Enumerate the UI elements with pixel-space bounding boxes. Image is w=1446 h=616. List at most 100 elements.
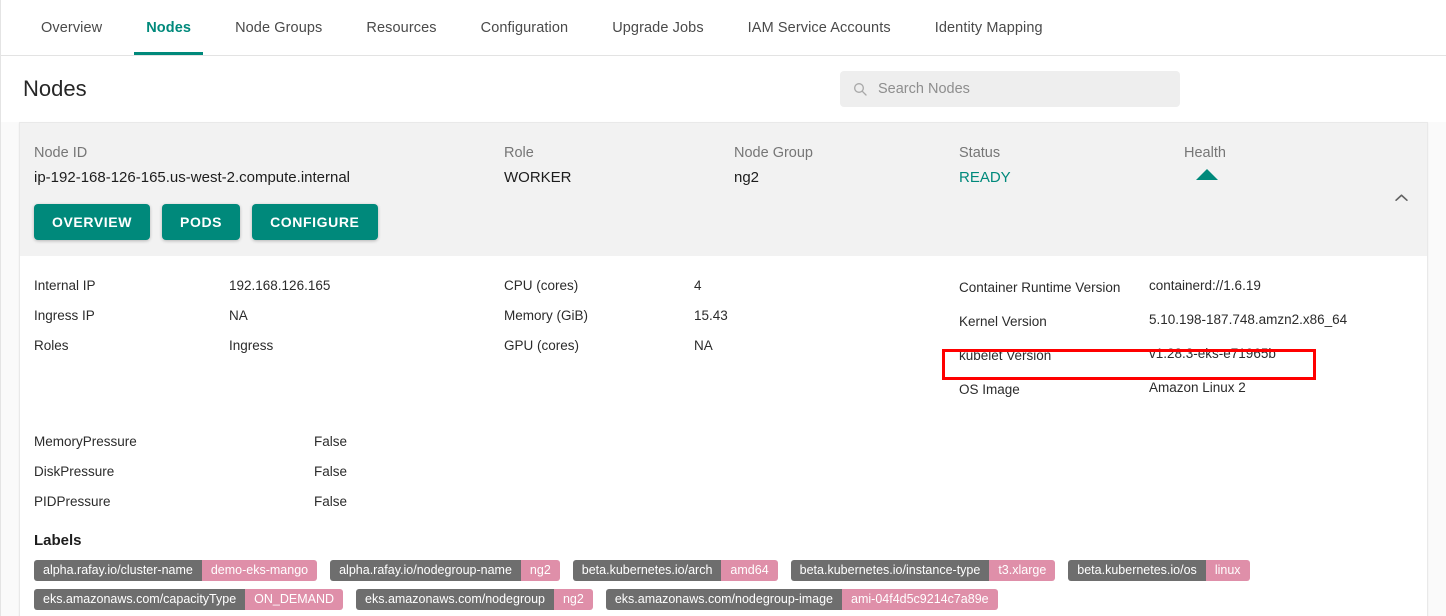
detail-roles: Roles Ingress [34, 338, 504, 353]
tab-nodes[interactable]: Nodes [124, 0, 213, 55]
condition-key: PIDPressure [34, 493, 111, 509]
condition-disk-pressure: DiskPressure False [34, 464, 1413, 479]
detail-key: Memory (GiB) [504, 308, 588, 323]
detail-key: GPU (cores) [504, 338, 580, 353]
label-chip-value: amd64 [721, 559, 778, 581]
node-card-header: Node ID ip-192-168-126-165.us-west-2.com… [20, 123, 1427, 256]
condition-pid-pressure: PIDPressure False [34, 494, 1413, 509]
condition-value: False [314, 463, 348, 479]
detail-value: 192.168.126.165 [229, 278, 331, 293]
detail-cpu-cores: CPU (cores) 4 [504, 278, 959, 293]
detail-value: NA [229, 308, 248, 323]
node-action-buttons: OVERVIEW PODS CONFIGURE [20, 186, 1427, 240]
search-box[interactable] [840, 71, 1180, 107]
detail-os-image: OS Image Amazon Linux 2 [959, 380, 1429, 401]
condition-key: MemoryPressure [34, 433, 137, 449]
overview-button[interactable]: OVERVIEW [34, 204, 151, 240]
label-chip-value: linux [1205, 559, 1250, 581]
tab-resources[interactable]: Resources [344, 0, 458, 55]
summary-value: WORKER [504, 169, 572, 186]
details-system-column: Container Runtime Version containerd://1… [959, 278, 1429, 414]
node-conditions: MemoryPressure False DiskPressure False … [20, 414, 1427, 509]
detail-key: kubelet Version [959, 347, 1052, 363]
label-chip-key: eks.amazonaws.com/nodegroup [356, 588, 554, 610]
details-capacity-column: CPU (cores) 4 Memory (GiB) 15.43 GPU (co… [504, 278, 959, 414]
detail-key: Container Runtime Version [959, 280, 1121, 295]
labels-heading: Labels [34, 531, 82, 549]
label-chip[interactable]: eks.amazonaws.com/capacityType ON_DEMAND [34, 588, 344, 610]
summary-node-id: Node ID ip-192-168-126-165.us-west-2.com… [34, 145, 504, 186]
page-title: Nodes [23, 76, 87, 101]
label-chip-value: t3.xlarge [989, 559, 1056, 581]
page-header: Nodes [1, 56, 1446, 122]
condition-value: False [314, 493, 348, 509]
nodes-page: Overview Nodes Node Groups Resources Con… [0, 0, 1446, 616]
detail-container-runtime-version: Container Runtime Version containerd://1… [959, 278, 1429, 299]
tab-overview[interactable]: Overview [19, 0, 124, 55]
node-card: Node ID ip-192-168-126-165.us-west-2.com… [19, 122, 1428, 616]
summary-label: Node Group [734, 145, 813, 161]
summary-status: Status READY [959, 145, 1184, 186]
detail-memory-gib: Memory (GiB) 15.43 [504, 308, 959, 323]
summary-label: Role [504, 145, 534, 161]
tab-iam-service-accounts[interactable]: IAM Service Accounts [726, 0, 913, 55]
detail-value: containerd://1.6.19 [1149, 278, 1261, 293]
configure-button[interactable]: CONFIGURE [252, 204, 378, 240]
detail-value: 15.43 [694, 308, 728, 323]
detail-key: Roles [34, 338, 69, 353]
condition-memory-pressure: MemoryPressure False [34, 434, 1413, 449]
label-chip-value: ng2 [553, 588, 593, 610]
label-chip[interactable]: alpha.rafay.io/cluster-name demo-eks-mang… [34, 559, 318, 581]
summary-health: Health [1184, 145, 1409, 186]
tab-node-groups[interactable]: Node Groups [213, 0, 344, 55]
label-chip-key: beta.kubernetes.io/arch [572, 559, 722, 581]
labels-section: Labels alpha.rafay.io/cluster-name demo-e… [20, 524, 1427, 616]
label-chip[interactable]: alpha.rafay.io/nodegroup-name ng2 [330, 559, 560, 581]
search-input[interactable] [878, 81, 1168, 97]
detail-value: v1.28.3-eks-e71965b [1149, 345, 1276, 361]
label-chip-value: ami-04f4d5c9214c7a89e [842, 588, 998, 610]
tab-label: Upgrade Jobs [612, 19, 704, 36]
detail-value: Ingress [229, 338, 274, 353]
condition-value: False [314, 433, 348, 449]
pods-button[interactable]: PODS [162, 204, 241, 240]
label-chip-value: ON_DEMAND [245, 588, 344, 610]
label-chip[interactable]: beta.kubernetes.io/instance-type t3.xlarg… [790, 559, 1056, 581]
label-chip-key: beta.kubernetes.io/instance-type [790, 559, 990, 581]
detail-key: Ingress IP [34, 308, 95, 323]
tab-label: Identity Mapping [934, 19, 1043, 36]
label-chip[interactable]: eks.amazonaws.com/nodegroup-image ami-04f… [605, 588, 998, 610]
detail-value: 5.10.198-187.748.amzn2.x86_64 [1149, 311, 1348, 327]
detail-kernel-version: Kernel Version 5.10.198-187.748.amzn2.x8… [959, 312, 1429, 333]
details-network-column: Internal IP 192.168.126.165 Ingress IP N… [34, 278, 504, 414]
collapse-card-button[interactable] [1389, 185, 1413, 209]
detail-key: OS Image [959, 381, 1020, 397]
label-chip-key: alpha.rafay.io/cluster-name [34, 559, 202, 581]
search-icon [854, 83, 867, 96]
cluster-tabbar: Overview Nodes Node Groups Resources Con… [1, 0, 1446, 56]
detail-kubelet-version: kubelet Version v1.28.3-eks-e71965b [959, 346, 1429, 367]
detail-key: Internal IP [34, 278, 96, 293]
label-chip-value: demo-eks-mango [201, 559, 318, 581]
label-chip[interactable]: beta.kubernetes.io/os linux [1068, 559, 1250, 581]
label-chip-key: beta.kubernetes.io/os [1068, 559, 1206, 581]
summary-value: ng2 [734, 169, 760, 186]
label-chip[interactable]: eks.amazonaws.com/nodegroup ng2 [356, 588, 593, 610]
detail-internal-ip: Internal IP 192.168.126.165 [34, 278, 504, 293]
tab-label: Resources [366, 19, 437, 36]
tab-label: Node Groups [235, 19, 323, 36]
status-badge: READY [959, 169, 1011, 186]
tab-configuration[interactable]: Configuration [459, 0, 591, 55]
summary-label: Health [1184, 145, 1226, 161]
label-chip-key: alpha.rafay.io/nodegroup-name [330, 559, 521, 581]
label-chip-key: eks.amazonaws.com/capacityType [34, 588, 246, 610]
detail-value: Amazon Linux 2 [1149, 379, 1246, 395]
summary-label: Node ID [34, 145, 88, 161]
label-chip[interactable]: beta.kubernetes.io/arch amd64 [572, 559, 778, 581]
summary-role: Role WORKER [504, 145, 734, 186]
labels-chip-list: alpha.rafay.io/cluster-name demo-eks-mang… [34, 559, 1413, 616]
detail-ingress-ip: Ingress IP NA [34, 308, 504, 323]
summary-value: ip-192-168-126-165.us-west-2.compute.int… [34, 169, 351, 186]
tab-identity-mapping[interactable]: Identity Mapping [913, 0, 1065, 55]
tab-upgrade-jobs[interactable]: Upgrade Jobs [590, 0, 725, 55]
